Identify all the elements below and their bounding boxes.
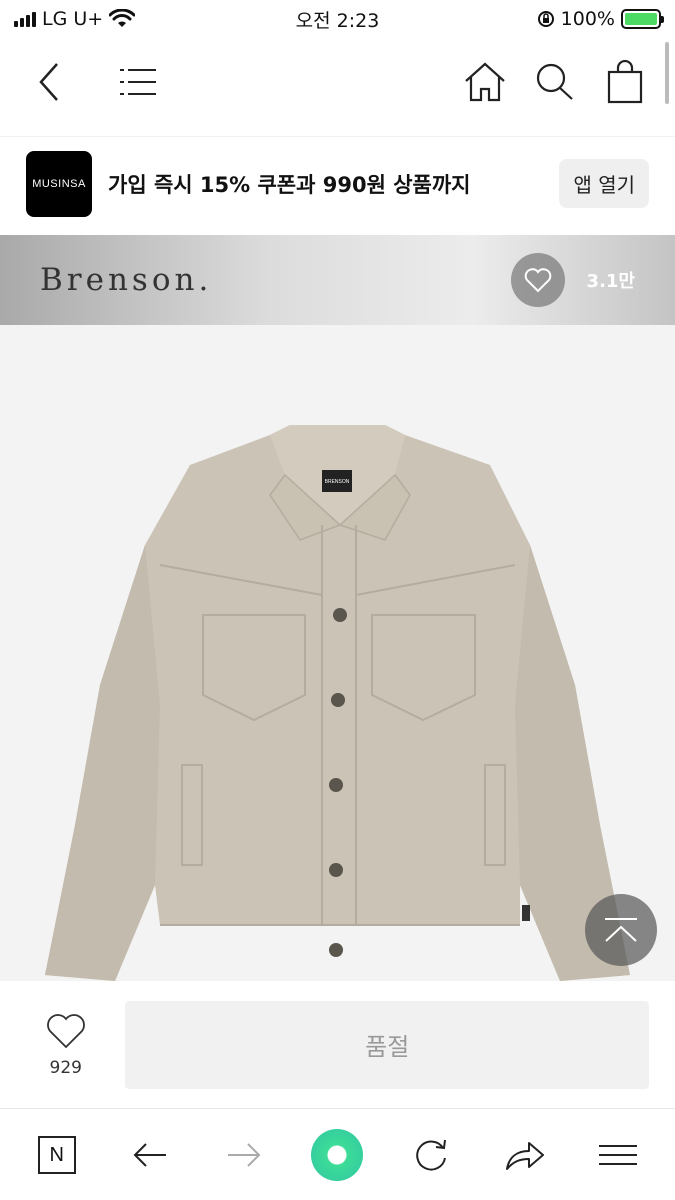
jacket-label: BRENSON	[325, 479, 350, 485]
product-like-button[interactable]: 929	[26, 1012, 105, 1078]
open-app-button[interactable]: 앱 열기	[559, 159, 649, 208]
naver-home-button[interactable]: N	[27, 1125, 87, 1185]
forward-arrow-icon	[227, 1143, 261, 1167]
status-bar: LG U+ 오전 2:23 100%	[0, 0, 675, 38]
back-icon[interactable]	[26, 58, 74, 106]
cart-icon[interactable]	[601, 58, 649, 106]
like-count: 929	[49, 1057, 82, 1078]
back-arrow-icon	[133, 1143, 167, 1167]
signal-icon	[14, 11, 36, 27]
green-dot-button[interactable]	[307, 1125, 367, 1185]
browser-toolbar: N	[0, 1110, 675, 1200]
share-icon	[505, 1142, 544, 1170]
menu-icon[interactable]	[114, 58, 162, 106]
heart-icon	[524, 268, 551, 293]
brand-like-count: 3.1만	[586, 271, 635, 292]
promo-text: 가입 즉시 15% 쿠폰과 990원 상품까지	[108, 172, 471, 197]
green-dot-icon	[311, 1129, 364, 1181]
browser-menu-button[interactable]	[588, 1125, 648, 1185]
refresh-icon	[416, 1139, 447, 1171]
status-left: LG U+	[14, 8, 274, 30]
top-nav	[0, 38, 675, 126]
wifi-icon	[109, 9, 136, 27]
product-image[interactable]: BRENSON	[0, 325, 675, 981]
browser-back-button[interactable]	[120, 1125, 180, 1185]
search-icon[interactable]	[531, 58, 579, 106]
status-time: 오전 2:23	[295, 9, 380, 32]
heart-icon	[46, 1013, 85, 1048]
carrier-label: LG U+	[42, 8, 104, 30]
musinsa-logo: MUSINSA	[26, 150, 92, 217]
browser-forward-button[interactable]	[214, 1125, 274, 1185]
scroll-indicator	[665, 42, 669, 104]
home-icon[interactable]	[461, 58, 509, 106]
hamburger-icon	[599, 1145, 638, 1165]
jacket-image: BRENSON	[45, 425, 630, 981]
refresh-button[interactable]	[401, 1125, 461, 1185]
naver-n-icon: N	[37, 1136, 76, 1174]
battery-percent: 100%	[560, 8, 615, 30]
app-promo-banner: MUSINSA 가입 즉시 15% 쿠폰과 990원 상품까지 앱 열기	[0, 136, 675, 230]
purchase-bar: 929 품절	[0, 981, 675, 1109]
battery-icon	[621, 9, 664, 29]
chevron-up-icon	[605, 918, 637, 942]
orientation-lock-icon	[537, 11, 554, 27]
status-right: 100%	[401, 8, 664, 30]
share-button[interactable]	[495, 1125, 555, 1185]
brand-name[interactable]: Brenson.	[40, 262, 511, 298]
brand-header: Brenson. 3.1만	[0, 235, 675, 325]
brand-like-button[interactable]	[510, 253, 565, 307]
sold-out-button[interactable]: 품절	[125, 1000, 649, 1089]
scroll-to-top-button[interactable]	[585, 894, 657, 966]
